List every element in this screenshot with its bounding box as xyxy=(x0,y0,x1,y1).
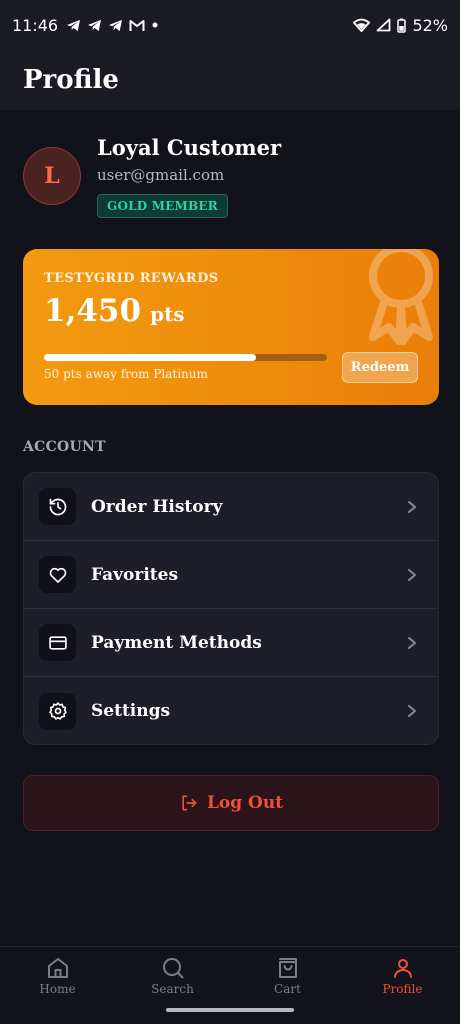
avatar-initial: L xyxy=(44,163,60,189)
gear-icon xyxy=(39,692,76,730)
dot-icon xyxy=(152,22,158,28)
rewards-label: TESTYGRID REWARDS xyxy=(44,271,219,286)
rewards-progress-hint: 50 pts away from Platinum xyxy=(44,367,208,381)
telegram-icon xyxy=(67,19,81,31)
tab-search[interactable]: Search xyxy=(115,947,230,1024)
tab-label: Cart xyxy=(274,982,301,996)
logout-label: Log Out xyxy=(206,793,284,813)
telegram-icon xyxy=(88,19,102,31)
rewards-progress-bar xyxy=(44,354,327,361)
menu-item-label: Favorites xyxy=(91,564,179,585)
battery-icon xyxy=(397,18,407,33)
menu-item-settings[interactable]: Settings xyxy=(24,677,438,744)
avatar: L xyxy=(23,147,81,205)
status-time: 11:46 xyxy=(12,15,59,35)
telegram-icon xyxy=(109,19,123,31)
status-indicators: 52% xyxy=(353,16,448,35)
bottom-tab-bar: Home Search Cart Profile xyxy=(0,946,460,1024)
page-title: Profile xyxy=(23,65,119,95)
heart-icon xyxy=(39,556,76,593)
menu-item-label: Order History xyxy=(91,496,223,517)
tab-label: Search xyxy=(151,982,194,996)
gmail-icon xyxy=(129,19,145,31)
menu-item-label: Payment Methods xyxy=(91,632,262,653)
award-medal-icon xyxy=(369,249,433,345)
wifi-icon xyxy=(353,18,371,32)
menu-item-favorites[interactable]: Favorites xyxy=(24,541,438,609)
rewards-progress-fill xyxy=(44,354,257,361)
search-icon xyxy=(162,958,183,979)
logout-button[interactable]: Log Out xyxy=(23,775,439,831)
gesture-home-bar[interactable] xyxy=(166,1008,294,1012)
user-email: user@gmail.com xyxy=(97,166,225,184)
shopping-bag-icon xyxy=(278,958,297,978)
logout-icon xyxy=(182,795,197,811)
home-icon xyxy=(47,958,68,978)
tab-home[interactable]: Home xyxy=(0,947,115,1024)
tab-label: Home xyxy=(39,982,76,996)
notification-icons xyxy=(66,19,159,32)
user-name: Loyal Customer xyxy=(97,135,282,160)
menu-item-payment-methods[interactable]: Payment Methods xyxy=(24,609,438,677)
menu-item-label: Settings xyxy=(91,701,171,721)
membership-badge: GOLD MEMBER xyxy=(97,194,228,218)
menu-item-order-history[interactable]: Order History xyxy=(24,473,438,541)
battery-percent: 52% xyxy=(412,15,448,35)
account-section-title: ACCOUNT xyxy=(23,439,106,455)
rewards-card: TESTYGRID REWARDS 1,450 pts 50 pts away … xyxy=(23,249,439,405)
chevron-right-icon xyxy=(408,500,416,513)
tab-label: Profile xyxy=(382,982,423,996)
status-bar: 11:46 52% xyxy=(0,0,460,50)
app-header: Profile xyxy=(0,50,460,110)
points-value: 1,450 xyxy=(44,293,142,329)
signal-icon xyxy=(377,18,391,32)
history-icon xyxy=(39,488,76,525)
chevron-right-icon xyxy=(408,568,416,581)
account-menu: Order History Favorites Payment Methods … xyxy=(23,472,439,745)
chevron-right-icon xyxy=(408,705,416,717)
credit-card-icon xyxy=(39,624,76,661)
chevron-right-icon xyxy=(408,636,416,649)
tab-profile[interactable]: Profile xyxy=(345,947,460,1024)
rewards-points: 1,450 pts xyxy=(44,293,185,329)
redeem-button[interactable]: Redeem xyxy=(342,352,418,383)
tab-cart[interactable]: Cart xyxy=(230,947,345,1024)
user-icon xyxy=(393,959,412,978)
points-unit: pts xyxy=(150,302,185,326)
